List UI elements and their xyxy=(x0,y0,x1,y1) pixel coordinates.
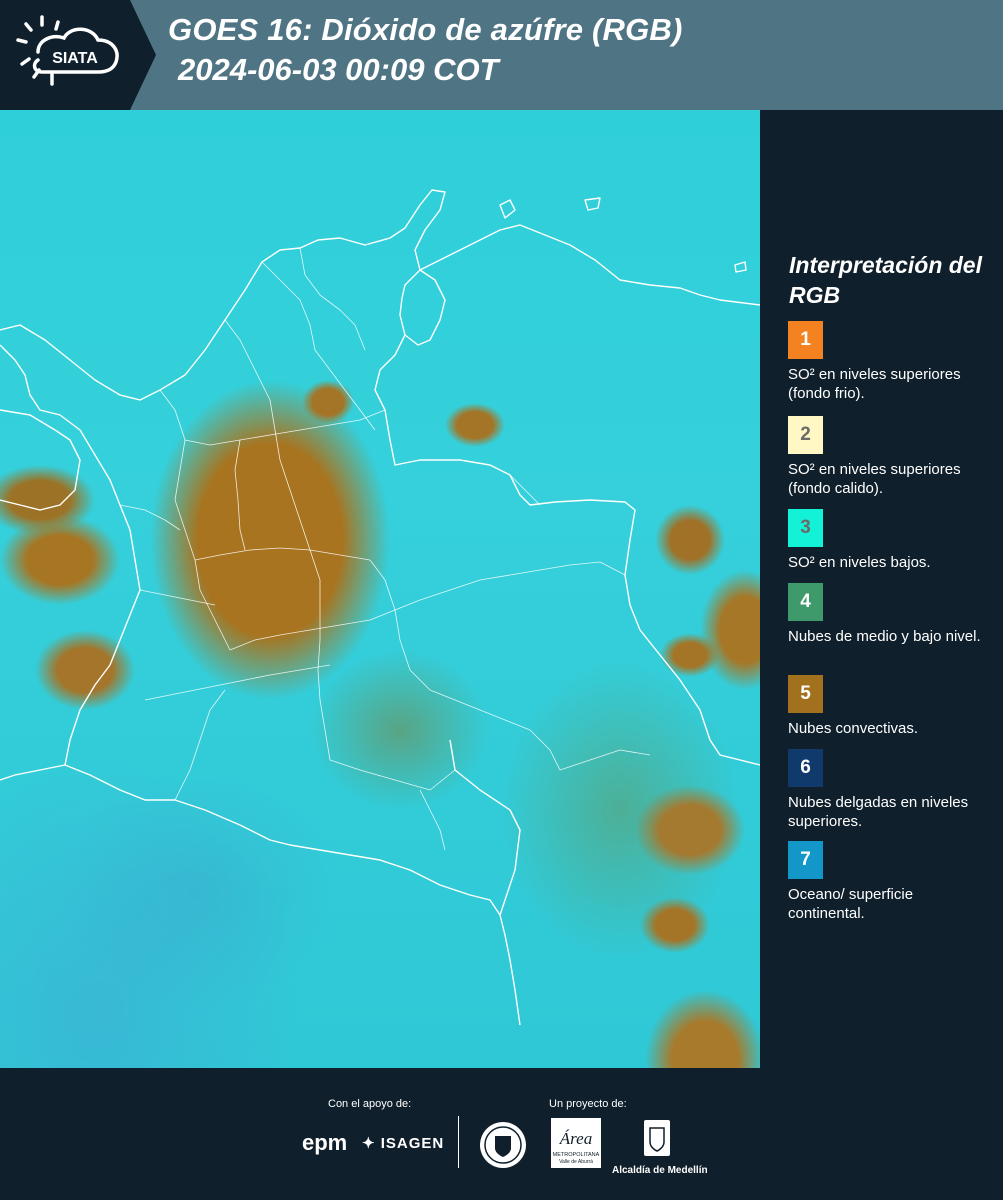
legend-item-7: 7 Oceano/ superficie continental. xyxy=(788,841,993,923)
siata-logo-box: SIATA xyxy=(0,0,130,110)
legend-text-7: Oceano/ superficie continental. xyxy=(788,886,914,922)
caribbean-coastline xyxy=(0,189,760,401)
island-3 xyxy=(734,261,747,273)
area-logo-text: Área xyxy=(559,1129,592,1148)
isagen-text: ISAGEN xyxy=(380,1135,445,1152)
department-border-5 xyxy=(184,409,386,446)
department-border-10 xyxy=(144,664,331,701)
area-logo-sub2: Valle de Aburrá xyxy=(559,1159,593,1165)
island-1 xyxy=(499,199,516,219)
area-logo-icon: Área METROPOLITANA Valle de Aburrá xyxy=(551,1118,601,1168)
legend-swatch-6: 6 xyxy=(788,749,823,787)
map-borders xyxy=(0,189,760,1026)
legend-item-2: 2 SO² en niveles superiores (fondo calid… xyxy=(788,416,993,498)
medellin-seal-icon xyxy=(480,1122,526,1168)
area-metropolitana-logo: Área METROPOLITANA Valle de Aburrá xyxy=(551,1118,601,1173)
legend-text-3: SO² en niveles bajos. xyxy=(788,554,931,571)
legend-swatch-4: 4 xyxy=(788,583,823,621)
brazil-border-south xyxy=(449,739,521,916)
alcaldia-logo: Alcaldía de Medellín xyxy=(612,1118,708,1176)
legend-title: Interpretación del RGB xyxy=(789,252,982,308)
legend-item-3: 3 SO² en niveles bajos. xyxy=(788,509,993,572)
department-border-3 xyxy=(261,261,376,431)
legend-swatch-1: 1 xyxy=(788,321,823,359)
department-border-13 xyxy=(234,439,246,551)
footer-bar: Con el apoyo de: Un proyecto de: epm ✦ I… xyxy=(0,1068,1003,1200)
page-timestamp: 2024-06-03 00:09 COT xyxy=(178,52,499,87)
department-border-12 xyxy=(329,759,456,791)
department-border-6 xyxy=(194,547,371,561)
department-border-4 xyxy=(299,247,366,351)
header-bar: SIATA GOES 16: Dióxido de azúfre (RGB) 2… xyxy=(0,0,1003,110)
legend-swatch-5: 5 xyxy=(788,675,823,713)
legend-text-6: Nubes delgadas en niveles superiores. xyxy=(788,794,969,830)
legend-text-1: SO² en niveles superiores (fondo frio). xyxy=(788,366,961,402)
lake-maracaibo xyxy=(399,269,446,346)
siata-logo-icon: SIATA xyxy=(16,15,119,86)
epm-logo: epm xyxy=(302,1130,348,1155)
legend-swatch-2: 2 xyxy=(788,416,823,454)
support-label: Con el apoyo de: xyxy=(328,1098,412,1110)
project-label: Un proyecto de: xyxy=(549,1098,627,1110)
page-title: GOES 16: Dióxido de azúfre (RGB) xyxy=(168,12,683,47)
colombia-venezuela-border xyxy=(374,334,641,631)
legend-item-4: 4 Nubes de medio y bajo nivel. xyxy=(788,583,993,646)
department-border-1 xyxy=(159,389,231,651)
pacific-coastline xyxy=(0,344,141,781)
department-border-7 xyxy=(229,561,626,651)
legend-item-6: 6 Nubes delgadas en niveles superiores. xyxy=(788,749,993,831)
legend-item-5: 5 Nubes convectivas. xyxy=(788,675,993,738)
legend-swatch-7: 7 xyxy=(788,841,823,879)
legend-text-5: Nubes convectivas. xyxy=(788,720,919,737)
panama-outline xyxy=(0,409,81,511)
isagen-icon: ✦ xyxy=(362,1135,376,1152)
island-2 xyxy=(584,197,601,211)
logo-arrow-shape xyxy=(130,0,156,110)
legend-swatch-3: 3 xyxy=(788,509,823,547)
alcaldia-text: Alcaldía de Medellín xyxy=(612,1165,708,1176)
colombia-ecuador-border xyxy=(64,764,291,846)
department-border-8 xyxy=(299,519,331,761)
area-logo-sub: METROPOLITANA xyxy=(553,1152,600,1158)
isagen-logo: ✦ ISAGEN xyxy=(362,1134,444,1152)
siata-logo-text: SIATA xyxy=(52,50,98,67)
satellite-map xyxy=(0,110,760,1068)
department-border-11 xyxy=(174,689,226,801)
department-border-18 xyxy=(419,789,446,851)
footer-divider xyxy=(458,1116,459,1168)
department-border-9 xyxy=(369,559,561,771)
department-border-17 xyxy=(559,749,651,771)
legend-text-2: SO² en niveles superiores (fondo calido)… xyxy=(788,461,961,497)
colombia-brazil-border xyxy=(639,629,760,766)
colombia-peru-border xyxy=(289,844,521,1026)
department-border-2 xyxy=(224,319,301,521)
alcaldia-shield-icon xyxy=(644,1120,670,1156)
legend-text-4: Nubes de medio y bajo nivel. xyxy=(788,628,981,645)
legend-item-1: 1 SO² en niveles superiores (fondo frio)… xyxy=(788,321,993,403)
